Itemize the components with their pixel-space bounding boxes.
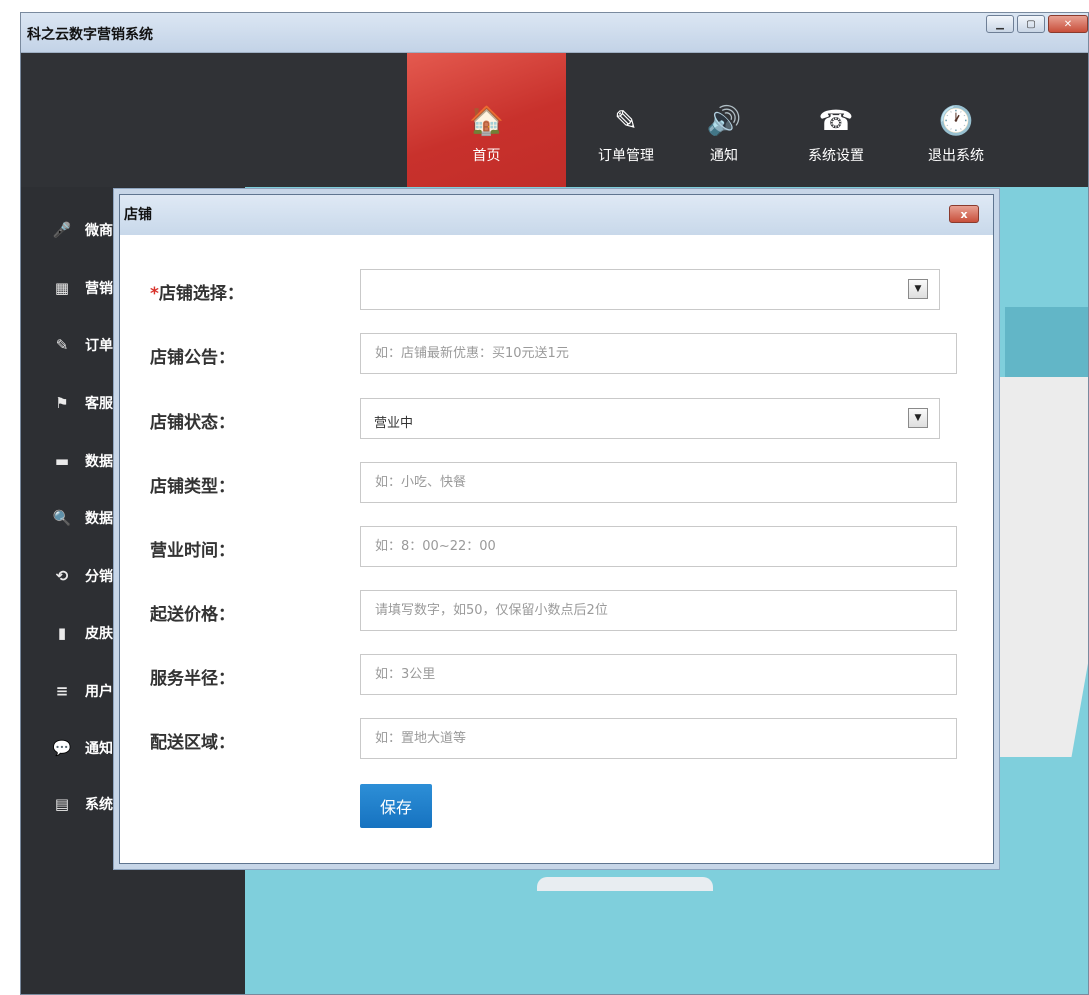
hours-input[interactable] — [360, 526, 957, 567]
minimize-icon: ▁ — [996, 18, 1004, 30]
shop-select-label-text: 店铺选择： — [158, 284, 244, 304]
shop-dialog: 店铺 x *店铺选择： ▼ 店铺公告： 店铺状态： 营业中 ▼ 店铺类型： — [119, 194, 994, 864]
sidebar-item-orders[interactable]: ✎ 订单 — [51, 332, 113, 358]
dialog-titlebar: 店铺 x — [120, 195, 993, 235]
sidebar-item-data-2[interactable]: 🔍 数据 — [51, 505, 113, 531]
close-window-button[interactable]: ✕ — [1048, 15, 1088, 33]
cart-icon: ⚑ — [55, 394, 69, 412]
type-input[interactable] — [360, 462, 957, 503]
sidebar-item-service[interactable]: ⚑ 客服 — [51, 390, 113, 416]
share-icon: ⟲ — [55, 567, 69, 585]
nav-notify[interactable]: 🔊 通知 — [664, 53, 784, 187]
required-mark: * — [150, 284, 159, 304]
status-row: 店铺状态： 营业中 ▼ — [120, 398, 993, 442]
nav-home-label: 首页 — [472, 148, 501, 164]
sidebar-item-notify[interactable]: 💬 通知 — [51, 735, 113, 761]
list-icon: ≡ — [55, 682, 69, 700]
clock-icon: 🕐 — [938, 104, 974, 137]
maximize-button[interactable]: ▢ — [1017, 15, 1045, 33]
close-icon: x — [960, 207, 968, 221]
sidebar-item-label: 用户 — [85, 684, 113, 700]
min-price-row: 起送价格： — [120, 590, 993, 634]
status-label: 店铺状态： — [150, 413, 235, 433]
min-price-label: 起送价格： — [150, 605, 235, 625]
dialog-close-button[interactable]: x — [949, 205, 979, 223]
nav-home[interactable]: 🏠 首页 — [407, 53, 566, 187]
home-icon: 🏠 — [469, 104, 504, 137]
sidebar-item-skin[interactable]: ▮ 皮肤 — [51, 620, 113, 646]
dialog-title: 店铺 — [124, 207, 152, 223]
chat-icon: 💬 — [52, 739, 72, 757]
phone-icon: ☎ — [818, 104, 854, 137]
sidebar-item-label: 通知 — [85, 741, 113, 757]
nav-settings-label: 系统设置 — [808, 148, 864, 164]
grid-icon: ▦ — [54, 279, 70, 297]
sidebar-item-label: 客服 — [85, 396, 113, 412]
shop-select-row: *店铺选择： ▼ — [120, 269, 993, 313]
sidebar-item-wechat[interactable]: 🎤 微商 — [51, 217, 113, 243]
radius-label: 服务半径： — [150, 669, 235, 689]
sidebar-item-users[interactable]: ≡ 用户 — [51, 678, 113, 704]
close-icon: ✕ — [1063, 18, 1073, 30]
sidebar-item-label: 数据 — [85, 511, 113, 527]
hours-row: 营业时间： — [120, 526, 993, 570]
status-select[interactable]: 营业中 ▼ — [360, 398, 940, 439]
sidebar-item-distribution[interactable]: ⟲ 分销 — [51, 563, 113, 589]
nav-logout[interactable]: 🕐 退出系统 — [896, 53, 1016, 187]
nav-notify-label: 通知 — [710, 148, 738, 164]
type-label: 店铺类型： — [150, 477, 235, 497]
nav-settings[interactable]: ☎ 系统设置 — [776, 53, 896, 187]
sidebar-item-label: 分销 — [85, 569, 113, 585]
shop-select-dropdown[interactable]: ▼ — [360, 269, 940, 310]
sidebar-item-label: 微商 — [85, 223, 113, 239]
app-window: 科之云数字营销系统 ▁ ▢ ✕ 🏠 首页 ✎ 订单管理 🔊 通知 ☎ 系统设置 … — [20, 12, 1089, 995]
area-row: 配送区域： — [120, 718, 993, 762]
sidebar-item-label: 订单 — [85, 338, 113, 354]
chevron-down-icon[interactable]: ▼ — [908, 279, 928, 299]
area-label: 配送区域： — [150, 733, 235, 753]
radius-input[interactable] — [360, 654, 957, 695]
save-button[interactable]: 保存 — [360, 784, 432, 828]
min-price-input[interactable] — [360, 590, 957, 631]
sidebar-item-system[interactable]: ▤ 系统 — [51, 791, 113, 817]
notice-label: 店铺公告： — [150, 348, 235, 368]
nav-logout-label: 退出系统 — [928, 148, 984, 164]
window-titlebar: 科之云数字营销系统 ▁ ▢ ✕ — [21, 13, 1088, 53]
maximize-icon: ▢ — [1026, 18, 1036, 30]
microphone-icon: 🎤 — [52, 221, 72, 239]
chevron-down-icon[interactable]: ▼ — [908, 408, 928, 428]
truck-icon: ▬ — [54, 452, 70, 470]
status-value: 营业中 — [374, 416, 414, 431]
building-icon: ▮ — [57, 624, 67, 642]
minimize-button[interactable]: ▁ — [986, 15, 1014, 33]
hours-label: 营业时间： — [150, 541, 235, 561]
notice-row: 店铺公告： — [120, 333, 993, 377]
speaker-icon: 🔊 — [706, 104, 742, 137]
tag-icon: ✎ — [55, 336, 69, 354]
monitor-stand-decoration — [537, 877, 713, 891]
radius-row: 服务半径： — [120, 654, 993, 698]
top-nav: 🏠 首页 ✎ 订单管理 🔊 通知 ☎ 系统设置 🕐 退出系统 — [21, 53, 1088, 187]
notice-input[interactable] — [360, 333, 957, 374]
shop-select-label: *店铺选择： — [150, 279, 244, 304]
window-title: 科之云数字营销系统 — [27, 27, 153, 43]
area-input[interactable] — [360, 718, 957, 759]
sidebar-item-label: 数据 — [85, 454, 113, 470]
layout-icon: ▤ — [54, 795, 70, 813]
sidebar-item-label: 营销 — [85, 281, 113, 297]
sidebar-item-data-1[interactable]: ▬ 数据 — [51, 448, 113, 474]
sidebar-item-marketing[interactable]: ▦ 营销 — [51, 275, 113, 301]
sidebar-item-label: 系统 — [85, 797, 113, 813]
search-icon: 🔍 — [52, 509, 72, 527]
sidebar-item-label: 皮肤 — [85, 626, 113, 642]
type-row: 店铺类型： — [120, 462, 993, 506]
